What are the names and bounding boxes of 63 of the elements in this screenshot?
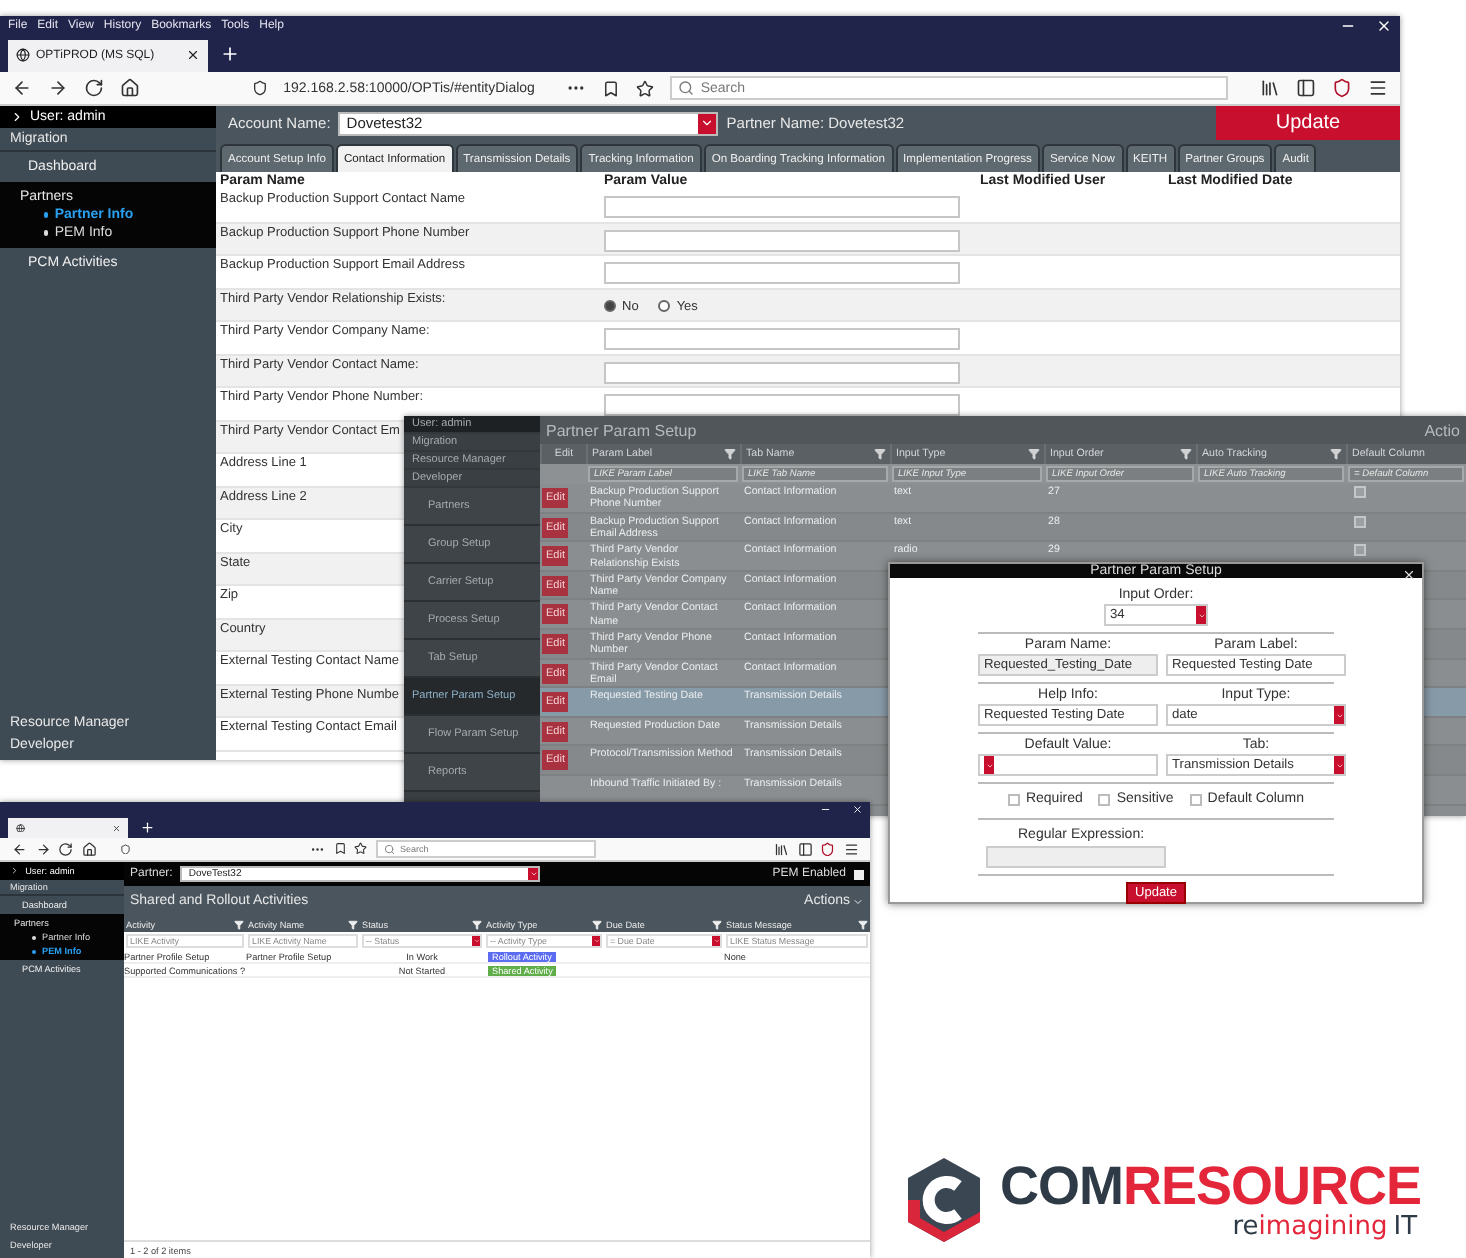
forward-icon[interactable] — [47, 78, 68, 98]
filter-icon[interactable] — [724, 448, 736, 460]
filter-icon[interactable] — [1028, 448, 1040, 460]
library-icon[interactable] — [774, 841, 789, 857]
shield-icon — [251, 80, 268, 96]
star-icon[interactable] — [354, 842, 367, 856]
filter-icon[interactable] — [712, 919, 722, 929]
sidebar-icon[interactable] — [797, 841, 812, 857]
input-field[interactable] — [604, 394, 960, 417]
shield-icon[interactable] — [1332, 78, 1353, 98]
new-tab-icon[interactable] — [220, 44, 240, 64]
shield-icon[interactable] — [820, 841, 835, 857]
minimize-icon[interactable] — [820, 803, 831, 815]
star-icon[interactable] — [636, 79, 655, 97]
update-button[interactable]: Update — [1216, 106, 1400, 140]
input-field[interactable] — [986, 846, 1166, 868]
filter-icon[interactable] — [234, 919, 244, 929]
home-icon[interactable] — [119, 78, 140, 98]
close-icon[interactable] — [1402, 568, 1416, 582]
bullet-icon — [44, 230, 49, 236]
logo-wordmark: COMRESOURCE — [1000, 1159, 1422, 1214]
select-field[interactable] — [978, 754, 1158, 776]
forward-icon[interactable] — [35, 841, 50, 857]
caret-icon — [10, 866, 20, 876]
logo-icon — [904, 1156, 984, 1244]
caret-icon — [10, 110, 24, 124]
globe-icon — [16, 823, 25, 833]
globe-icon — [16, 48, 30, 63]
filter-icon[interactable] — [858, 919, 868, 929]
caret-icon — [852, 895, 864, 907]
filter-icon[interactable] — [1330, 448, 1342, 460]
menu-icon[interactable] — [843, 841, 858, 857]
input-field[interactable] — [604, 196, 960, 219]
logo-tagline: reimagining IT — [1232, 1213, 1420, 1241]
new-tab-icon[interactable] — [140, 819, 155, 835]
back-icon[interactable] — [12, 78, 32, 98]
shield-icon — [120, 843, 131, 855]
library-icon[interactable] — [1260, 78, 1281, 98]
reload-icon[interactable] — [83, 78, 104, 98]
filter-icon[interactable] — [874, 448, 886, 460]
filter-icon[interactable] — [472, 919, 482, 929]
checkbox[interactable] — [1354, 544, 1366, 557]
filter-icon[interactable] — [348, 919, 358, 929]
input-field[interactable] — [604, 361, 960, 384]
sidebar-icon[interactable] — [1296, 78, 1317, 98]
menu-icon[interactable] — [1368, 78, 1388, 98]
search-icon — [383, 843, 394, 855]
reload-icon[interactable] — [58, 841, 73, 857]
close-tab-icon[interactable] — [186, 48, 200, 63]
page-title: Partner Param Setup — [546, 421, 697, 439]
input-field[interactable] — [604, 229, 960, 252]
checkbox[interactable] — [1354, 486, 1366, 498]
back-icon[interactable] — [12, 841, 27, 857]
actions-menu[interactable]: Actio — [1424, 421, 1460, 439]
input-field[interactable] — [604, 262, 960, 285]
search-icon — [678, 80, 695, 96]
input-field[interactable] — [604, 328, 960, 351]
checkbox[interactable] — [1354, 515, 1366, 528]
bullet-icon — [44, 212, 49, 218]
caret-icon — [700, 116, 715, 130]
filter-icon[interactable] — [1180, 448, 1192, 460]
filter-icon[interactable] — [592, 919, 602, 929]
home-icon[interactable] — [81, 841, 96, 857]
